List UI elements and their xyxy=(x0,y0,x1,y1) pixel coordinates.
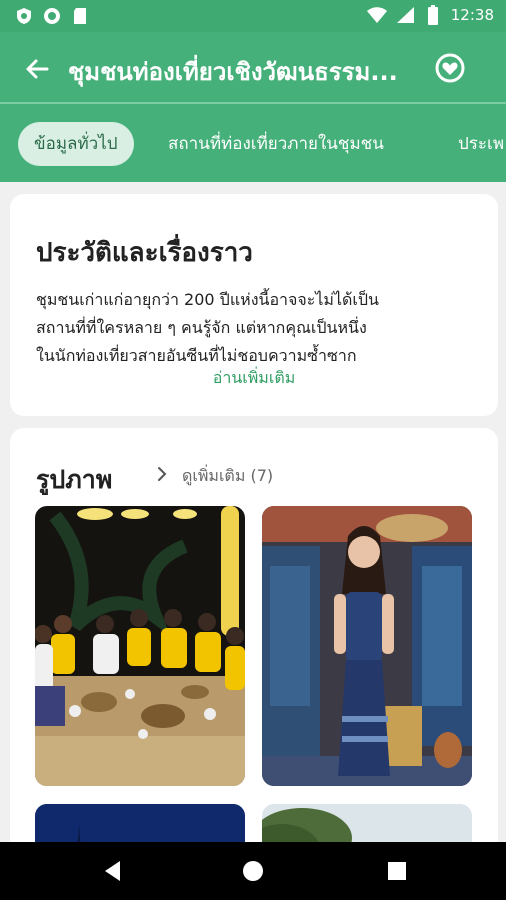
heart-circle-icon[interactable] xyxy=(434,52,466,84)
system-nav-bar xyxy=(0,842,506,900)
status-time: 12:38 xyxy=(450,6,494,24)
read-more-link[interactable]: อ่านเพิ่มเติม xyxy=(10,366,498,391)
tab-general-info[interactable]: ข้อมูลทั่วไป xyxy=(18,122,134,166)
photo-landscape[interactable] xyxy=(262,804,472,842)
see-all-photos-link[interactable]: ดูเพิ่มเติม (7) xyxy=(182,464,273,489)
battery-icon xyxy=(423,5,443,25)
arrow-left-icon[interactable] xyxy=(22,54,52,84)
shield-icon xyxy=(14,6,34,26)
page-title: ชุมชนท่องเที่ยวเชิงวัฒนธรรม... xyxy=(68,58,398,86)
status-bar: 12:38 xyxy=(0,0,506,32)
history-card: ประวัติและเรื่องราว ชุมชนเก่าแก่อายุกว่า… xyxy=(10,194,498,416)
signal-icon xyxy=(395,5,415,25)
history-heading: ประวัติและเรื่องราว xyxy=(36,238,253,268)
photo-indigo-textile[interactable] xyxy=(262,506,472,786)
app-bar: ชุมชนท่องเที่ยวเชิงวัฒนธรรม... xyxy=(0,32,506,104)
nav-recents-icon[interactable] xyxy=(384,858,410,884)
photo-community-dinner[interactable] xyxy=(35,506,245,786)
tab-bar: ข้อมูลทั่วไป สถานที่ท่องเที่ยวภายในชุมชน… xyxy=(0,104,506,182)
wifi-icon xyxy=(366,5,387,25)
history-text: ชุมชนเก่าแก่อายุกว่า 200 ปีแห่งนี้อาจจะไ… xyxy=(36,286,476,370)
sd-card-icon xyxy=(70,6,90,26)
content-area[interactable]: ประวัติและเรื่องราว ชุมชนเก่าแก่อายุกว่า… xyxy=(0,182,506,842)
tab-traditions[interactable]: ประเพ xyxy=(442,122,506,166)
nav-back-icon[interactable] xyxy=(100,858,126,884)
photos-heading: รูปภาพ xyxy=(36,465,113,494)
tab-attractions[interactable]: สถานที่ท่องเที่ยวภายในชุมชน xyxy=(152,122,400,166)
chevron-right-icon[interactable] xyxy=(150,462,174,486)
nav-home-icon[interactable] xyxy=(240,858,266,884)
history-line: สถานที่ที่ใครหลาย ๆ คนรู้จัก แต่หากคุณเป… xyxy=(36,318,367,337)
photos-card: รูปภาพ ดูเพิ่มเติม (7) xyxy=(10,428,498,842)
history-line: ชุมชนเก่าแก่อายุกว่า 200 ปีแห่งนี้อาจจะไ… xyxy=(36,290,379,309)
record-icon xyxy=(42,6,62,26)
photo-night-sky[interactable] xyxy=(35,804,245,842)
